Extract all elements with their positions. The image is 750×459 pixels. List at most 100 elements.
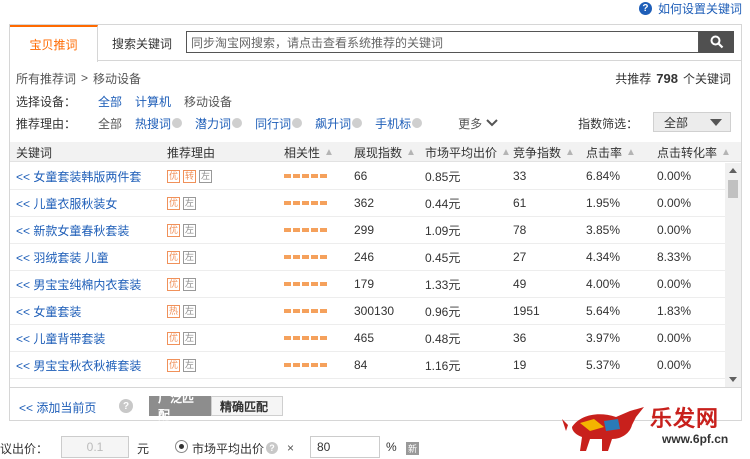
device-filter: 选择设备： 全部 计算机 移动设备 [16, 93, 232, 109]
total-prefix: 共推荐 [615, 71, 652, 86]
reason-option-hot[interactable]: 热搜词 [135, 115, 171, 132]
competition-cell: 27 [513, 250, 527, 264]
ctr-cell: 5.64% [586, 304, 621, 318]
question-icon[interactable]: ? [266, 442, 278, 454]
question-icon[interactable]: ? [119, 399, 133, 413]
keyword-cell[interactable]: << 男宝宝纯棉内衣套装 [16, 271, 141, 297]
scroll-down-icon[interactable] [729, 377, 737, 382]
relevance-cell [284, 352, 327, 378]
reason-option-peer[interactable]: 同行词 [255, 115, 291, 132]
help-dot-icon [292, 118, 303, 128]
reason-cell: 优左 [167, 271, 199, 297]
relevance-cell [284, 271, 327, 297]
help-link-label: 如何设置关键词 [657, 1, 742, 16]
reason-option-rising[interactable]: 飙升词 [315, 115, 351, 132]
keyword-cell[interactable]: << 羽绒套装 儿童 [16, 244, 109, 270]
table-row: << 女童套装 300130 0.96元 1951 5.64% 1.83% 热左 [10, 298, 725, 325]
percent-input[interactable]: 80 [310, 436, 380, 458]
reason-badge: 左 [183, 250, 196, 264]
relevance-cell [284, 163, 327, 189]
device-option-computer[interactable]: 计算机 [135, 93, 171, 110]
competition-cell: 1951 [513, 304, 540, 318]
tab-search-keywords[interactable]: 搜索关键词 [98, 25, 186, 61]
device-option-all[interactable]: 全部 [98, 93, 122, 110]
sort-arrow-icon: ▲ [501, 146, 511, 158]
scrollbar[interactable] [725, 163, 741, 387]
col-relevance[interactable]: 相关性 ▲ [284, 142, 334, 162]
search-icon [710, 35, 723, 49]
reason-filter-label: 推荐理由： [16, 116, 77, 131]
keyword-cell[interactable]: << 儿童背带套装 [16, 325, 105, 351]
cvr-cell: 0.00% [657, 223, 692, 237]
col-avg-bid-label: 市场平均出价 [425, 145, 498, 160]
breadcrumb-root[interactable]: 所有推荐词 [16, 70, 76, 87]
table-row: << 新款女童春秋套装 299 1.09元 78 3.85% 0.00% 优左 [10, 217, 725, 244]
competition-cell: 36 [513, 331, 527, 345]
ctr-cell: 1.95% [586, 196, 621, 210]
reason-badge: 优 [167, 223, 180, 237]
cvr-cell: 8.33% [657, 250, 692, 264]
reason-badge: 热 [167, 304, 180, 318]
competition-cell: 19 [513, 358, 527, 372]
ctr-cell: 4.34% [586, 250, 621, 264]
relevance-bar [284, 255, 327, 259]
ctr-cell: 4.00% [586, 277, 621, 291]
index-filter-select[interactable]: 全部 [653, 112, 731, 132]
reason-badge: 左 [183, 277, 196, 291]
keyword-cell[interactable]: << 男宝宝秋衣秋裤套装 [16, 352, 141, 378]
avg-bid-cell: 0.48元 [425, 331, 461, 346]
exact-match-button[interactable]: 精确匹配 [211, 396, 283, 416]
avg-bid-cell: 0.85元 [425, 169, 461, 184]
table-body: << 女童套装韩版两件套 66 0.85元 33 6.84% 0.00% 优转左 << 儿童衣… [10, 163, 725, 387]
breadcrumb-current: 移动设备 [93, 71, 142, 86]
question-icon: ? [638, 1, 652, 15]
reason-option-potential[interactable]: 潜力词 [195, 115, 231, 132]
default-bid-input[interactable]: 0.1 [61, 436, 129, 458]
col-ctr[interactable]: 点击率 ▲ [586, 142, 636, 162]
add-current-page-link[interactable]: << 添加当前页 [19, 399, 96, 416]
market-bid-radio[interactable] [175, 440, 188, 453]
reason-option-all[interactable]: 全部 [98, 115, 122, 132]
more-button[interactable]: 更多 [458, 115, 482, 132]
col-competition[interactable]: 竞争指数 ▲ [513, 142, 575, 162]
relevance-bar [284, 282, 327, 286]
cvr-cell: 0.00% [657, 358, 692, 372]
keyword-cell[interactable]: << 女童套装 [16, 298, 81, 324]
total-suffix: 个关键词 [682, 71, 731, 86]
reason-cell: 热左 [167, 298, 199, 324]
tab-bar: 宝贝推词 搜索关键词 同步淘宝网搜索，请点击查看系统推荐的关键词 [10, 25, 741, 62]
search-button[interactable] [699, 31, 734, 53]
keyword-cell[interactable]: << 儿童衣服秋装女 [16, 190, 117, 216]
search-input[interactable]: 同步淘宝网搜索，请点击查看系统推荐的关键词 [186, 31, 699, 53]
col-impressions[interactable]: 展现指数 ▲ [354, 142, 416, 162]
sort-arrow-icon: ▲ [406, 146, 416, 158]
tab-item-keywords[interactable]: 宝贝推词 [10, 25, 98, 62]
table-header: 关键词 推荐理由 相关性 ▲ 展现指数 ▲ 市场平均出价 ▲ 竞争指数 ▲ 点击率 ▲ 点… [10, 142, 741, 162]
chevron-down-icon [486, 119, 498, 127]
impressions-cell: 300130 [354, 304, 395, 318]
relevance-cell [284, 244, 327, 270]
col-avg-bid[interactable]: 市场平均出价 ▲ [425, 142, 511, 162]
col-cvr[interactable]: 点击转化率 ▲ [657, 142, 731, 162]
keyword-cell[interactable]: << 新款女童春秋套装 [16, 217, 129, 243]
keyword-cell[interactable]: << 女童套装韩版两件套 [16, 163, 141, 189]
sort-arrow-icon: ▲ [626, 146, 636, 158]
col-reason: 推荐理由 [167, 145, 216, 160]
impressions-cell: 84 [354, 358, 368, 372]
relevance-bar [284, 336, 327, 340]
impressions-cell: 66 [354, 169, 368, 183]
scroll-thumb[interactable] [728, 180, 738, 198]
competition-cell: 49 [513, 277, 527, 291]
competition-cell: 61 [513, 196, 527, 210]
reason-badge: 优 [167, 169, 180, 183]
help-link[interactable]: ? 如何设置关键词 [638, 0, 742, 16]
broad-match-button[interactable]: 广泛匹配 [149, 391, 211, 422]
ctr-cell: 3.97% [586, 331, 621, 345]
reason-badge: 左 [199, 169, 212, 183]
total-count: 共推荐 798 个关键词 [615, 70, 731, 86]
reason-option-mobile[interactable]: 手机标 [375, 115, 411, 132]
avg-bid-cell: 1.16元 [425, 358, 461, 373]
scroll-up-icon[interactable] [729, 168, 737, 173]
device-option-mobile[interactable]: 移动设备 [184, 93, 232, 110]
impressions-cell: 246 [354, 250, 375, 264]
